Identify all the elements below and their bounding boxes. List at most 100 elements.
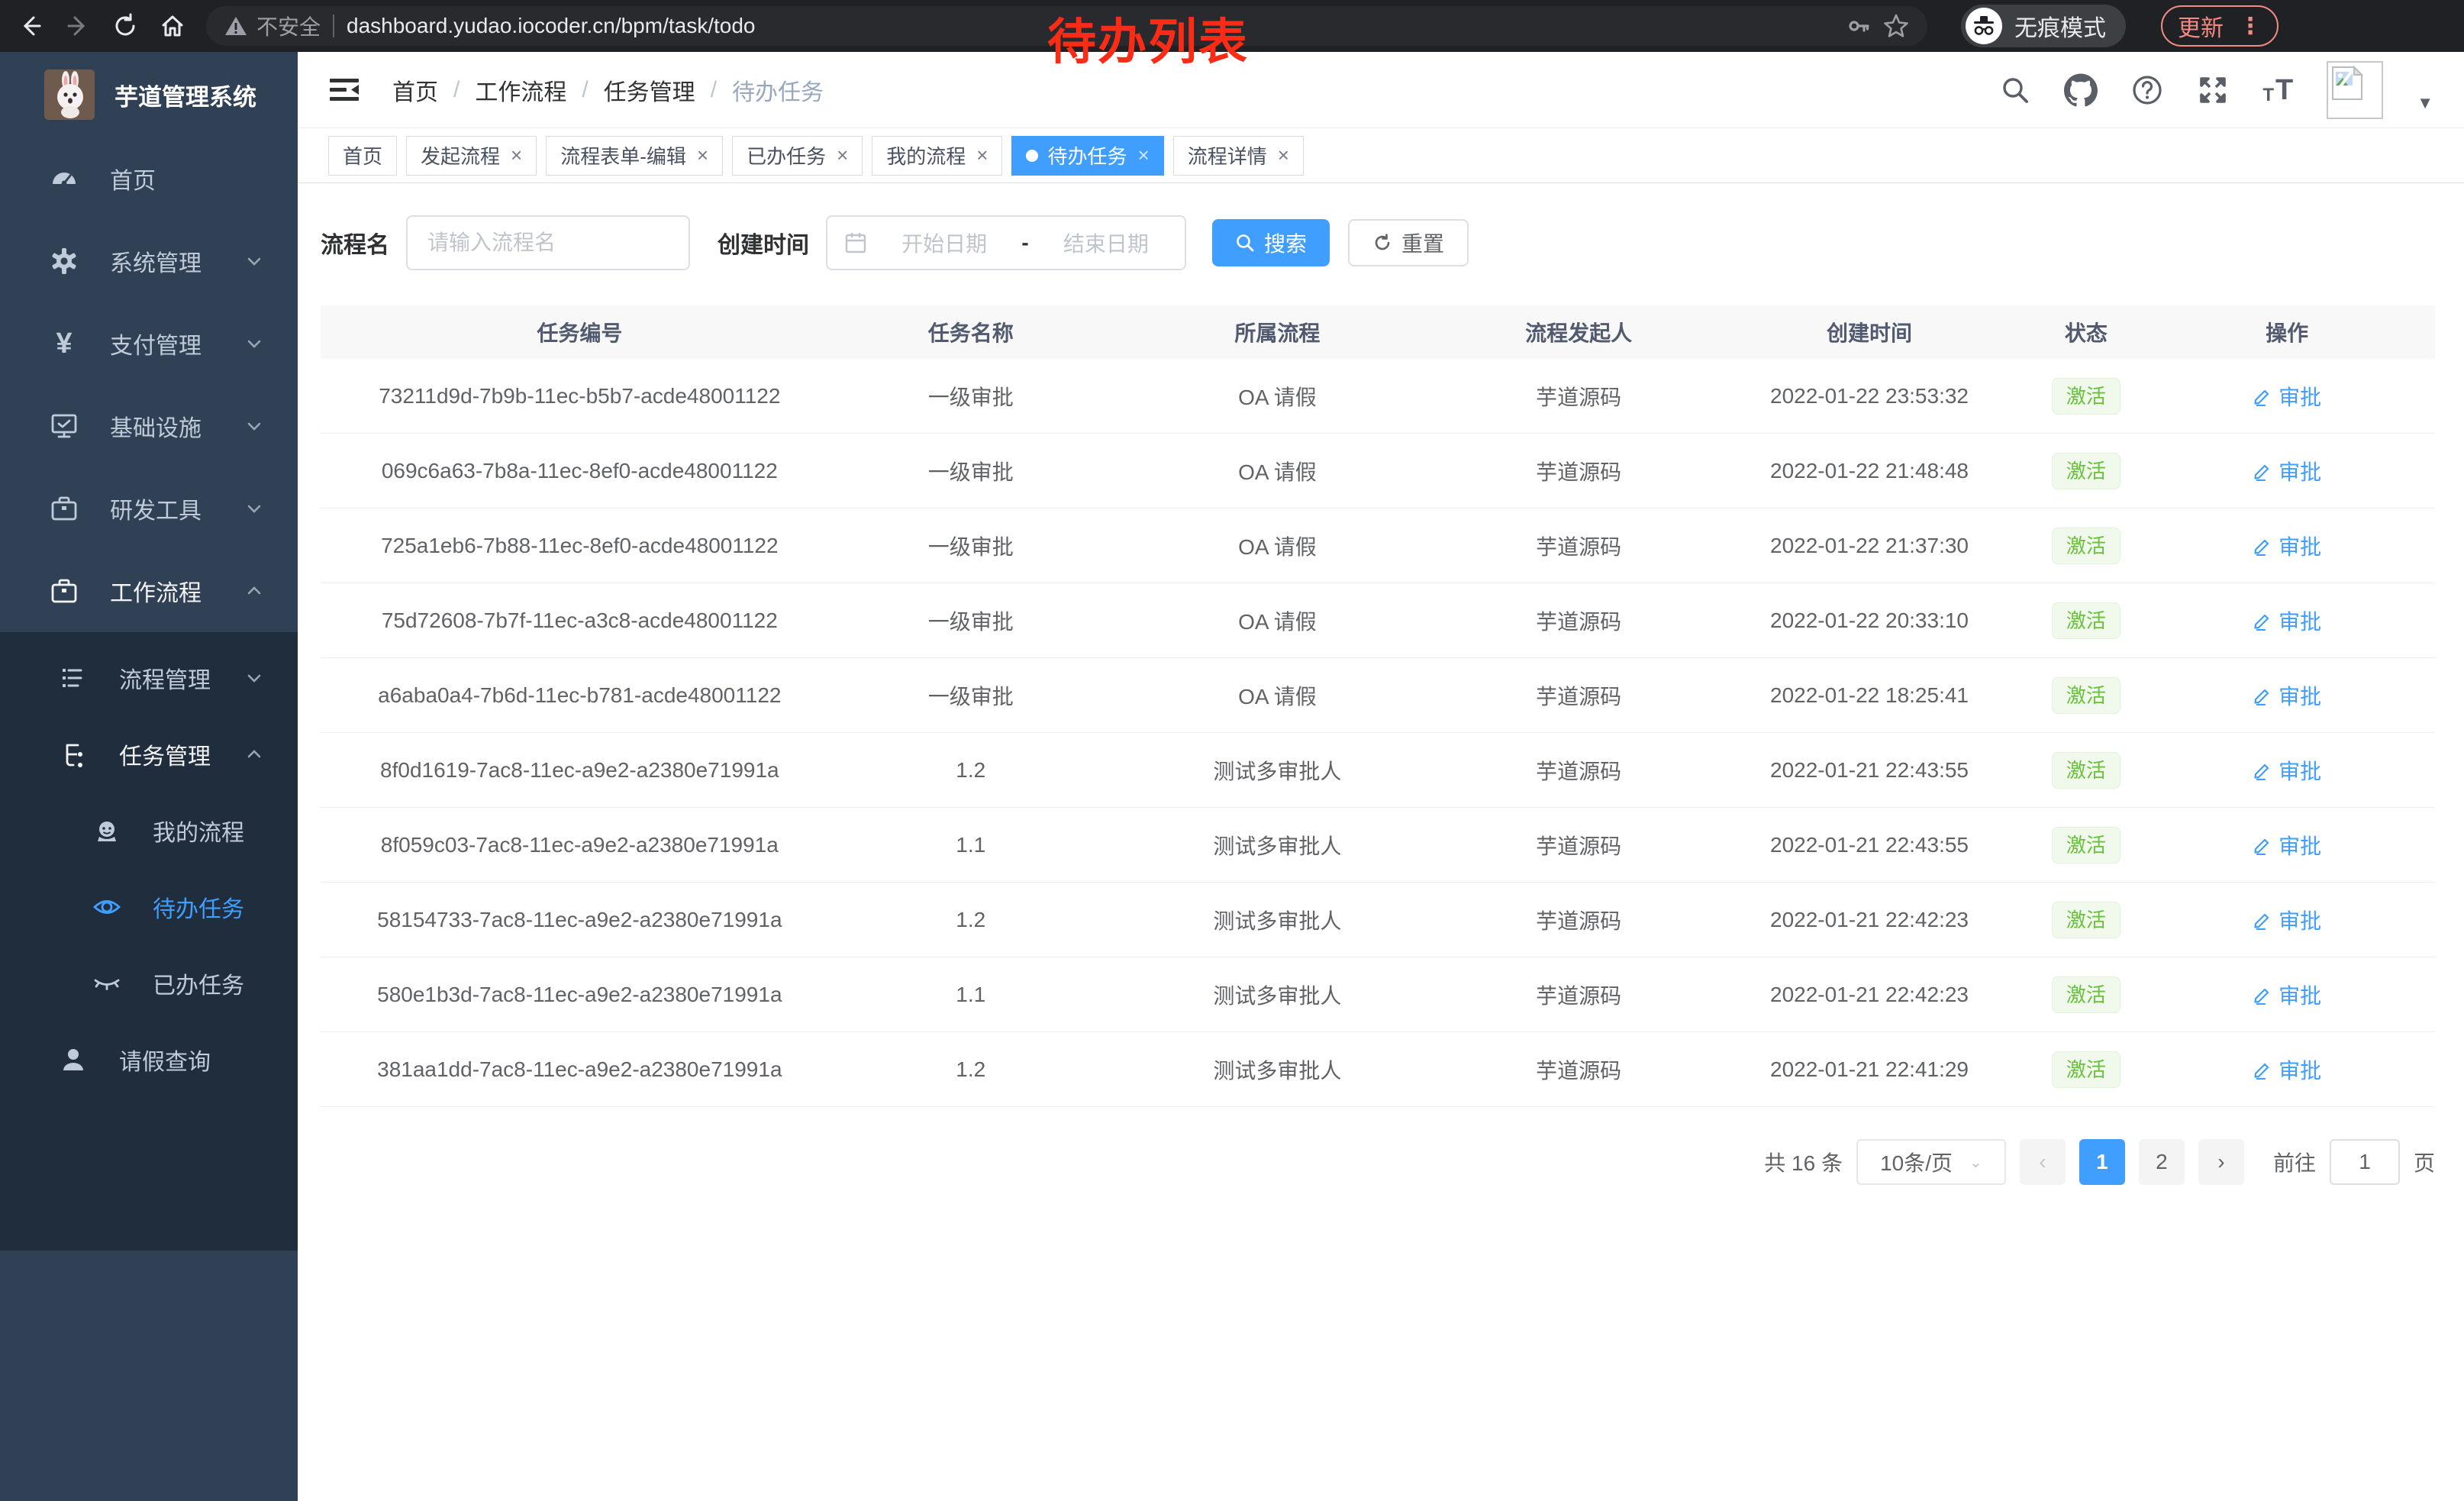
sidebar-item-infra[interactable]: 基础设施 <box>0 385 298 467</box>
edit-pencil-icon <box>2253 1060 2272 1080</box>
breadcrumb-task-mgmt[interactable]: 任务管理 <box>604 73 695 107</box>
security-label: 不安全 <box>256 11 321 41</box>
table-header: 任务编号 任务名称 所属流程 流程发起人 创建时间 状态 操作 <box>321 305 2435 359</box>
prev-page-button[interactable]: ‹ <box>2020 1139 2066 1185</box>
reload-icon[interactable] <box>111 12 139 40</box>
cell-status: 激活 <box>2033 453 2140 489</box>
process-name-input[interactable] <box>406 215 690 270</box>
cell-starter: 芋道源码 <box>1452 456 1705 486</box>
approve-link-label: 审批 <box>2279 755 2321 786</box>
tab-close-icon[interactable]: × <box>976 144 988 167</box>
sidebar-item-task-mgmt[interactable]: 任务管理 <box>0 716 298 792</box>
password-key-icon[interactable] <box>1846 14 1871 38</box>
fullscreen-icon[interactable] <box>2197 74 2229 106</box>
forward-icon[interactable] <box>64 12 92 40</box>
page-size-select[interactable]: 10条/页 ⌄ <box>1856 1139 2006 1185</box>
tab[interactable]: 流程表单-编辑 × <box>546 136 723 176</box>
cell-task-name: 一级审批 <box>839 381 1103 412</box>
cell-status: 激活 <box>2033 976 2140 1013</box>
tab-close-icon[interactable]: × <box>1278 144 1289 167</box>
app-title: 芋道管理系统 <box>114 78 256 112</box>
process-name-label: 流程名 <box>321 226 389 260</box>
status-badge: 激活 <box>2052 602 2121 639</box>
cell-task-id: 75d72608-7b7f-11ec-a3c8-acde48001122 <box>321 608 839 633</box>
sidebar-item-payment[interactable]: ¥ 支付管理 <box>0 302 298 385</box>
approve-link-label: 审批 <box>2279 830 2321 860</box>
browser-menu-icon[interactable]: ⋮ <box>2239 13 2262 40</box>
tab[interactable]: 已办任务 × <box>732 136 863 176</box>
approve-link[interactable]: 审批 <box>2253 605 2321 636</box>
sidebar-item-process-mgmt[interactable]: 流程管理 <box>0 640 298 716</box>
table-row: 580e1b3d-7ac8-11ec-a9e2-a2380e71991a 1.1… <box>321 957 2435 1032</box>
breadcrumb-home[interactable]: 首页 <box>392 73 438 107</box>
tab[interactable]: 发起流程 × <box>406 136 537 176</box>
search-icon[interactable] <box>2000 75 2030 105</box>
logo-row[interactable]: 芋道管理系统 <box>0 52 298 137</box>
eye-icon <box>92 892 122 922</box>
goto-label: 前往 <box>2273 1147 2316 1177</box>
github-icon[interactable] <box>2064 73 2098 107</box>
avatar-caret-icon[interactable]: ▼ <box>2417 93 2433 113</box>
approve-link-label: 审批 <box>2279 980 2321 1010</box>
end-date-placeholder[interactable]: 结束日期 <box>1044 228 1168 258</box>
page-button-1[interactable]: 1 <box>2079 1139 2125 1185</box>
tab-close-icon[interactable]: × <box>1138 144 1150 167</box>
font-size-icon[interactable]: TT <box>2262 76 2293 105</box>
help-icon[interactable] <box>2131 74 2163 106</box>
breadcrumb-workflow[interactable]: 工作流程 <box>475 73 566 107</box>
sidebar-item-label: 首页 <box>110 162 156 195</box>
cell-process: OA 请假 <box>1103 605 1452 636</box>
sidebar-item-home[interactable]: 首页 <box>0 137 298 220</box>
approve-link[interactable]: 审批 <box>2253 905 2321 935</box>
approve-link[interactable]: 审批 <box>2253 381 2321 412</box>
reset-button[interactable]: 重置 <box>1348 219 1469 266</box>
tab[interactable]: 我的流程 × <box>872 136 1002 176</box>
tab[interactable]: 首页 × <box>328 136 397 176</box>
search-button[interactable]: 搜索 <box>1212 219 1330 266</box>
approve-link[interactable]: 审批 <box>2253 1054 2321 1085</box>
tab-close-icon[interactable]: × <box>837 144 848 167</box>
tab[interactable]: 流程详情 × <box>1173 136 1304 176</box>
sidebar-item-my-process[interactable]: 我的流程 <box>0 792 298 869</box>
home-icon[interactable] <box>159 12 186 40</box>
security-warning[interactable]: 不安全 <box>224 11 321 41</box>
sidebar-item-label: 研发工具 <box>110 492 202 525</box>
date-range-picker[interactable]: 开始日期 - 结束日期 <box>826 215 1186 270</box>
edit-pencil-icon <box>2253 985 2272 1005</box>
reset-button-label: 重置 <box>1401 228 1444 258</box>
active-dot-icon <box>1026 150 1038 162</box>
page-annotation: 待办列表 <box>1047 3 1249 73</box>
sidebar-item-system[interactable]: 系统管理 <box>0 220 298 302</box>
cell-status: 激活 <box>2033 677 2140 714</box>
approve-link[interactable]: 审批 <box>2253 830 2321 860</box>
back-icon[interactable] <box>17 12 44 40</box>
sidebar-item-devtools[interactable]: 研发工具 <box>0 467 298 550</box>
sidebar-item-done-tasks[interactable]: 已办任务 <box>0 945 298 1022</box>
tab[interactable]: 待办任务 × <box>1011 136 1163 176</box>
sidebar-item-workflow[interactable]: 工作流程 <box>0 550 298 632</box>
cell-process: OA 请假 <box>1103 680 1452 711</box>
table-row: 381aa1dd-7ac8-11ec-a9e2-a2380e71991a 1.2… <box>321 1032 2435 1107</box>
goto-page-input[interactable] <box>2330 1139 2400 1185</box>
cell-action: 审批 <box>2139 830 2435 860</box>
page-button-2[interactable]: 2 <box>2139 1139 2185 1185</box>
sidebar-item-label: 任务管理 <box>119 738 211 771</box>
approve-link[interactable]: 审批 <box>2253 680 2321 711</box>
next-page-button[interactable]: › <box>2198 1139 2244 1185</box>
approve-link-label: 审批 <box>2279 1054 2321 1085</box>
tab-close-icon[interactable]: × <box>511 144 522 167</box>
approve-link[interactable]: 审批 <box>2253 980 2321 1010</box>
status-badge: 激活 <box>2052 976 2121 1013</box>
update-button[interactable]: 更新 ⋮ <box>2161 5 2279 47</box>
tab-close-icon[interactable]: × <box>697 144 708 167</box>
cell-created: 2022-01-21 22:42:23 <box>1705 983 2033 1007</box>
sidebar-item-leave-query[interactable]: 请假查询 <box>0 1022 298 1098</box>
approve-link[interactable]: 审批 <box>2253 456 2321 486</box>
sidebar-collapse-icon[interactable] <box>328 75 360 105</box>
start-date-placeholder[interactable]: 开始日期 <box>882 228 1006 258</box>
avatar[interactable] <box>2327 61 2383 119</box>
approve-link[interactable]: 审批 <box>2253 755 2321 786</box>
sidebar-item-todo-tasks[interactable]: 待办任务 <box>0 869 298 945</box>
bookmark-star-icon[interactable] <box>1883 13 1909 39</box>
approve-link[interactable]: 审批 <box>2253 531 2321 561</box>
